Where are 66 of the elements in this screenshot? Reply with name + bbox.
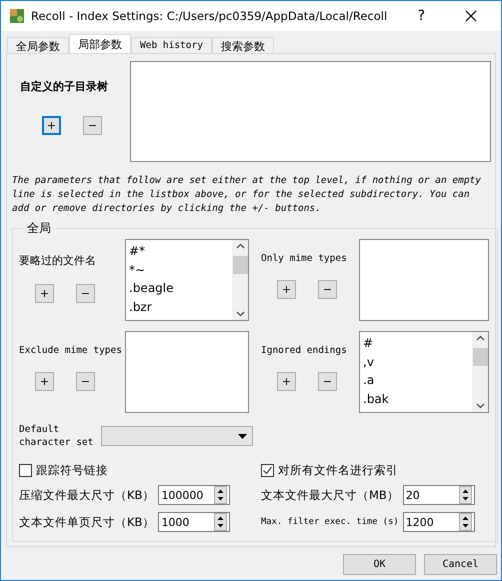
subdirs-label: 自定义的子目录树 xyxy=(20,79,109,94)
scroll-thumb[interactable] xyxy=(232,256,248,274)
tab[interactable]: 搜索参数 xyxy=(212,37,274,53)
listbox[interactable] xyxy=(125,331,249,413)
scroll-up-icon[interactable] xyxy=(236,243,244,249)
close-icon[interactable] xyxy=(465,10,477,22)
spin-arrows-icon[interactable] xyxy=(458,513,472,531)
list-label: Exclude mime types xyxy=(19,345,122,356)
spinner-label: Max. filter exec. time (s) xyxy=(261,517,399,527)
dialog-button[interactable]: Cancel xyxy=(424,554,497,575)
checkbox[interactable] xyxy=(19,464,32,477)
checkbox-label: 对所有文件名进行索引 xyxy=(278,463,398,478)
add-button[interactable]: + xyxy=(35,284,54,303)
spin-field[interactable]: 1000 xyxy=(158,512,230,532)
subdirs-listbox[interactable] xyxy=(130,61,491,162)
scroll-down-icon[interactable] xyxy=(236,311,244,317)
scrollbar[interactable] xyxy=(472,332,488,412)
listbox[interactable] xyxy=(359,239,489,321)
spin-field[interactable]: 1200 xyxy=(402,512,475,532)
list-item[interactable]: # xyxy=(363,334,469,352)
spin-arrows-icon[interactable] xyxy=(458,486,472,504)
scroll-up-icon[interactable] xyxy=(476,335,484,341)
scrollbar[interactable] xyxy=(232,240,248,320)
remove-button[interactable]: − xyxy=(318,372,337,391)
checkbox-label: 跟踪符号链接 xyxy=(36,463,108,478)
list-item[interactable]: *~ xyxy=(129,260,229,279)
list-label: 要略过的文件名 xyxy=(19,253,96,268)
spin-arrows-icon[interactable] xyxy=(214,513,228,531)
spin-field[interactable]: 20 xyxy=(402,485,475,505)
dropdown-arrow-icon xyxy=(238,434,247,438)
list-item[interactable]: #* xyxy=(129,242,229,260)
list-item[interactable]: .bzr xyxy=(129,298,229,316)
spinner-label: 压缩文件最大尺寸（KB） xyxy=(19,488,154,502)
spin-field[interactable]: 100000 xyxy=(158,485,230,505)
charset-label: Default character set xyxy=(19,423,94,449)
group-title: 全局 xyxy=(26,220,52,237)
remove-button[interactable]: − xyxy=(76,372,95,391)
remove-button[interactable]: − xyxy=(83,116,102,135)
spin-arrows-icon[interactable] xyxy=(214,486,228,504)
window-title: Recoll - Index Settings: C:/Users/pc0359/AppData/Local/Recoll xyxy=(31,9,388,23)
remove-button[interactable]: − xyxy=(318,280,337,299)
add-button[interactable]: + xyxy=(42,116,61,135)
list-item[interactable]: .beagle xyxy=(129,279,229,298)
add-button[interactable]: + xyxy=(277,372,296,391)
scroll-thumb[interactable] xyxy=(472,348,488,366)
help-button[interactable]: ? xyxy=(418,8,425,24)
list-label: Only mime types xyxy=(261,253,347,264)
checkbox[interactable] xyxy=(261,464,274,477)
add-button[interactable]: + xyxy=(277,280,296,299)
app-icon xyxy=(9,8,25,24)
remove-button[interactable]: − xyxy=(76,284,95,303)
help-text: The parameters that follow are set either at the top level, if nothing or an empty line is selected in the listbox above, or for the selected subdirectory. You can add or remove directories by clicking the +/- buttons. xyxy=(12,174,482,216)
listbox[interactable]: #* *~ .beagle .bzr xyxy=(125,239,249,321)
tab[interactable]: 局部参数 xyxy=(69,34,131,53)
list-item[interactable]: .bak xyxy=(363,390,469,408)
tab[interactable]: Web history xyxy=(131,37,212,53)
dialog-button[interactable]: OK xyxy=(343,554,416,575)
listbox[interactable]: # ,v .a .bak xyxy=(359,331,489,413)
list-item[interactable]: ,v xyxy=(363,352,469,371)
list-label: Ignored endings xyxy=(261,345,347,356)
add-button[interactable]: + xyxy=(35,372,54,391)
spinner-label: 文本文件最大尺寸（MB） xyxy=(261,488,399,502)
tab[interactable]: 全局参数 xyxy=(7,37,69,53)
spinner-label: 文本文件单页尺寸（KB） xyxy=(19,514,154,530)
scroll-down-icon[interactable] xyxy=(476,403,484,409)
list-item[interactable]: .a xyxy=(363,371,469,390)
